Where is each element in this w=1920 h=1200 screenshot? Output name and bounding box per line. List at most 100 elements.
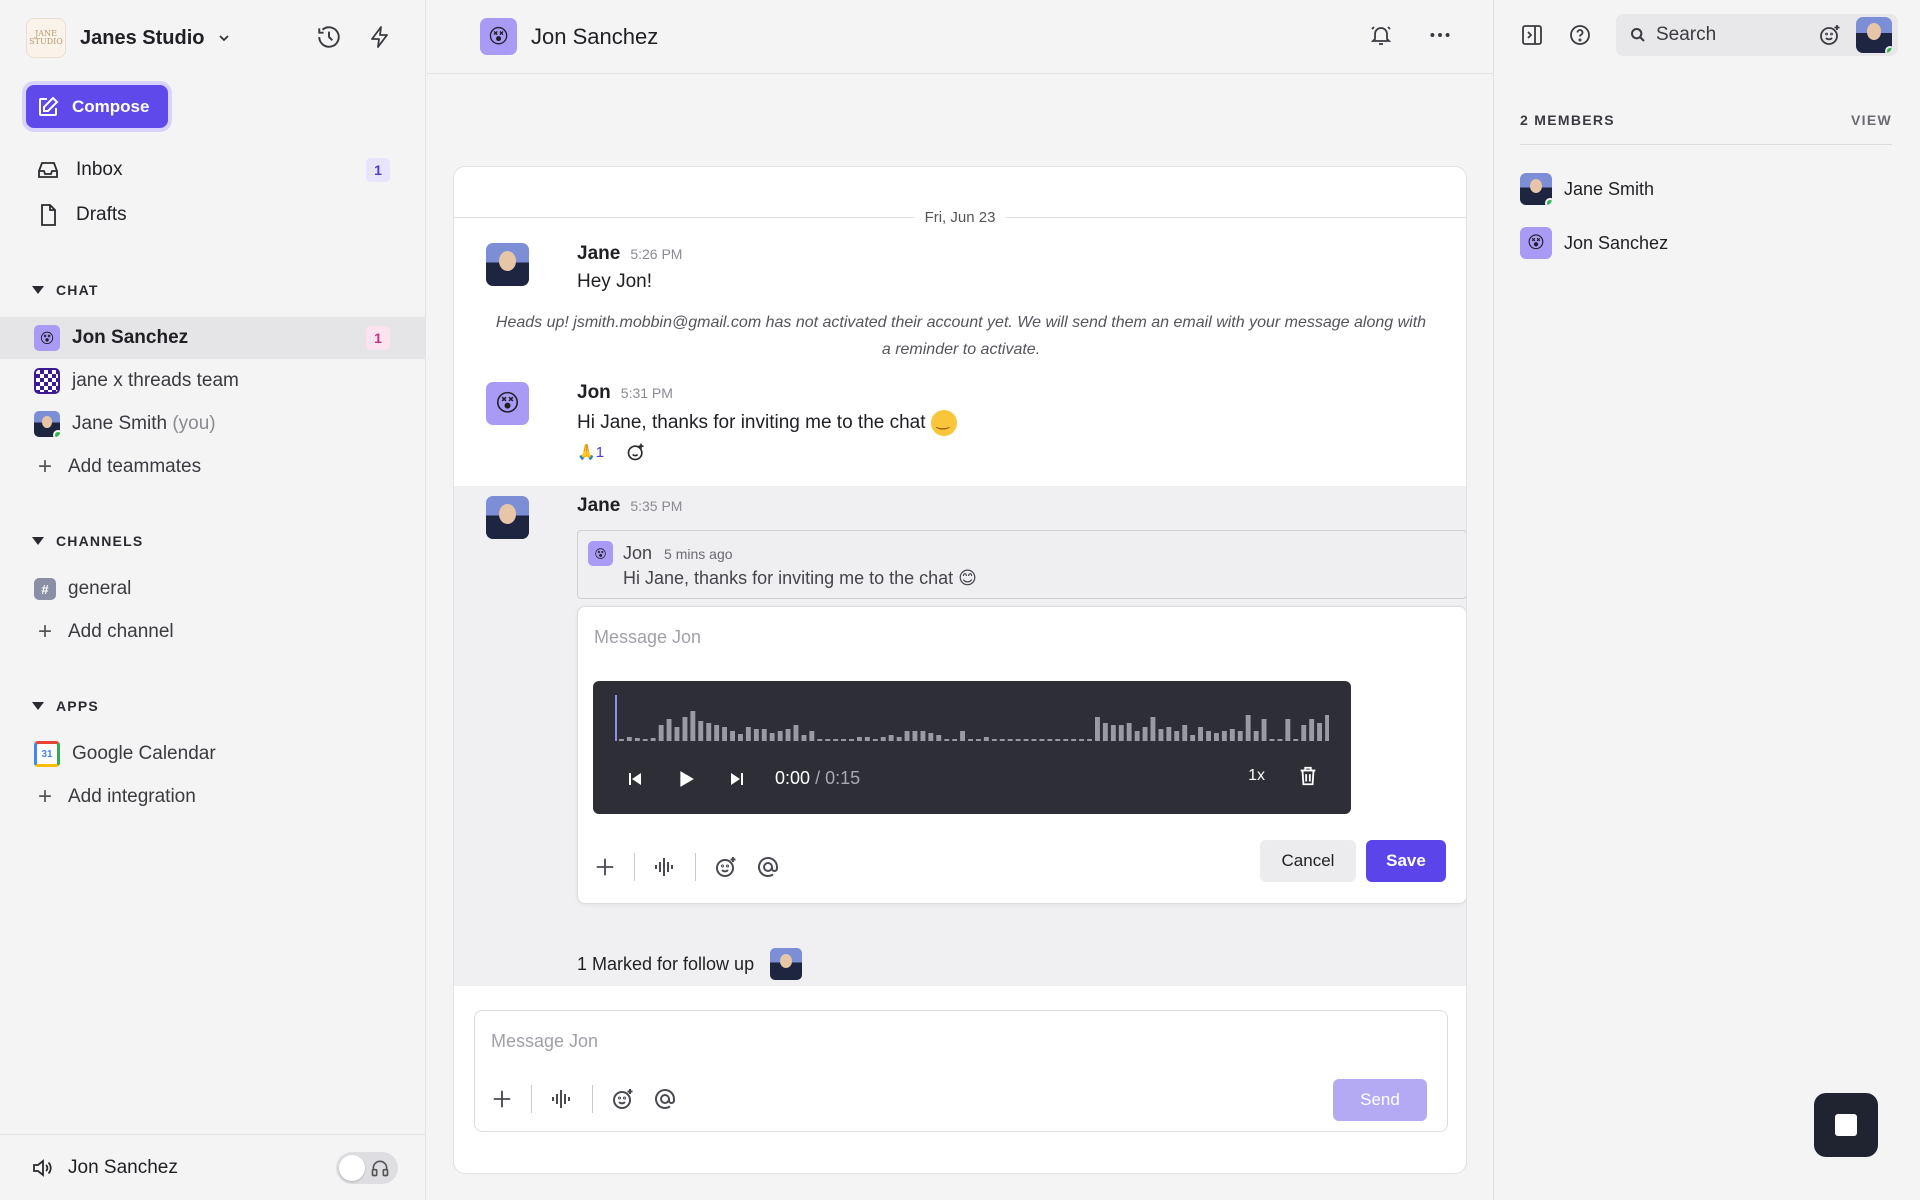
toolbar-divider (695, 853, 696, 881)
app-item-google-calendar[interactable]: 31 Google Calendar (0, 733, 426, 775)
bell-icon[interactable] (1369, 22, 1393, 48)
member-jon-sanchez[interactable]: 😵 Jon Sanchez (1520, 227, 1668, 259)
message-author[interactable]: Jane (577, 495, 620, 517)
waveform-bar (642, 739, 648, 741)
add-teammates-button[interactable]: + Add teammates (0, 446, 426, 488)
waveform-bar (674, 727, 680, 741)
message-author[interactable]: Jane (577, 243, 620, 265)
chat-item-threads-team[interactable]: jane x threads team (0, 360, 426, 402)
reaction-pill[interactable]: 🙏1 (577, 443, 604, 461)
waveform-bar (1087, 739, 1092, 741)
waveform-bar (666, 719, 672, 741)
stop-recording-button[interactable] (1814, 1093, 1878, 1157)
more-options-icon[interactable] (1427, 22, 1453, 48)
conversation-title-text: Jon Sanchez (531, 23, 659, 49)
caret-down-icon (32, 286, 44, 294)
play-icon[interactable] (677, 770, 695, 788)
audio-player: 0:00 / 0:15 1x (593, 681, 1351, 814)
waveform-bar (968, 739, 973, 741)
waveform-bar (1023, 739, 1029, 741)
send-button[interactable]: Send (1333, 1079, 1427, 1121)
jon-avatar: 😵 (588, 541, 613, 566)
online-indicator (1885, 46, 1892, 53)
toggle-panel-icon[interactable] (1520, 23, 1544, 47)
plus-icon[interactable] (491, 1088, 513, 1110)
history-icon[interactable] (316, 24, 342, 50)
inbox-count-badge: 1 (366, 158, 390, 182)
workspace-switcher[interactable]: JANE STUDIO Janes Studio (26, 18, 230, 58)
message-author[interactable]: Jon (577, 382, 611, 404)
waveform-bar (1277, 739, 1283, 741)
skip-back-icon[interactable] (627, 771, 643, 787)
playback-speed-button[interactable]: 1x (1248, 767, 1265, 785)
status-emoji-icon[interactable] (1818, 23, 1842, 47)
add-channel-button[interactable]: + Add channel (0, 611, 426, 653)
hash-icon: # (34, 578, 56, 600)
edit-message-input[interactable]: Message Jon (594, 627, 701, 648)
user-avatar[interactable] (1856, 17, 1892, 53)
waveform-bar (793, 725, 799, 741)
lightning-icon[interactable] (368, 24, 392, 50)
google-calendar-icon: 31 (34, 741, 60, 767)
search-button[interactable]: Search (1616, 14, 1804, 56)
message-input[interactable]: Message Jon (491, 1031, 598, 1052)
section-chat-toggle[interactable]: CHAT (32, 282, 99, 298)
chat-item-jon-sanchez[interactable]: 😵 Jon Sanchez 1 (0, 317, 426, 359)
toolbar-divider (634, 853, 635, 881)
sidebar-item-drafts[interactable]: Drafts (36, 203, 127, 227)
waveform-bar (1166, 727, 1172, 741)
emoji-icon[interactable] (714, 855, 738, 879)
mention-icon[interactable] (653, 1087, 677, 1111)
view-members-link[interactable]: VIEW (1851, 112, 1892, 128)
jon-avatar[interactable]: 😵 (486, 382, 529, 425)
compose-button[interactable]: Compose (26, 85, 168, 128)
plus-icon[interactable] (594, 856, 616, 878)
skip-forward-icon[interactable] (729, 771, 745, 787)
emoji-icon[interactable] (611, 1087, 635, 1111)
waveform-bar (1031, 739, 1037, 741)
waveform-bar (976, 739, 981, 741)
composer-toolbar (491, 1085, 677, 1113)
edit-message-editor[interactable]: Message Jon 0:00 / 0:15 1x Cancel Save (577, 606, 1466, 904)
section-channels-toggle[interactable]: CHANNELS (32, 533, 143, 549)
save-button[interactable]: Save (1366, 840, 1446, 882)
speaker-icon[interactable] (30, 1156, 54, 1180)
member-jane-smith[interactable]: Jane Smith (1520, 173, 1654, 205)
trash-icon[interactable] (1297, 765, 1319, 792)
chat-panel: Fri, Jun 23 Jane 5:26 PM Hey Jon! Heads … (453, 166, 1467, 1174)
sidebar: JANE STUDIO Janes Studio Compose Inbox 1… (0, 0, 426, 1200)
add-integration-button[interactable]: + Add integration (0, 776, 426, 818)
chat-item-label: Jon Sanchez (72, 327, 189, 348)
audio-current-time: 0:00 (775, 768, 811, 788)
message-meta: Jane 5:35 PM (577, 495, 682, 517)
threads-team-avatar (34, 368, 60, 394)
voice-message-icon[interactable] (550, 1087, 574, 1111)
waveform-bar (785, 729, 791, 741)
waveform-bar (896, 737, 902, 741)
add-reaction-icon[interactable] (626, 442, 646, 462)
message-composer[interactable]: Message Jon Send (474, 1010, 1448, 1132)
headphones-toggle[interactable] (336, 1152, 398, 1184)
help-icon[interactable] (1568, 23, 1592, 47)
toolbar-divider (531, 1085, 532, 1113)
voice-message-icon[interactable] (653, 855, 677, 879)
follow-up-indicator[interactable]: 1 Marked for follow up (577, 948, 803, 980)
plus-icon: + (37, 618, 52, 645)
mention-icon[interactable] (756, 855, 780, 879)
jane-avatar[interactable] (486, 243, 529, 286)
chat-item-label: Jane Smith (you) (72, 413, 216, 434)
members-heading: 2 MEMBERS (1520, 112, 1615, 128)
section-apps-toggle[interactable]: APPS (32, 698, 99, 714)
waveform-bar (1214, 733, 1219, 741)
cancel-button[interactable]: Cancel (1260, 840, 1356, 882)
chat-item-jane-smith[interactable]: Jane Smith (you) (0, 403, 426, 445)
channel-item-general[interactable]: # general (0, 568, 426, 610)
audio-waveform[interactable] (615, 695, 1329, 741)
sidebar-item-inbox[interactable]: Inbox 1 (36, 158, 390, 182)
waveform-bar (888, 735, 894, 741)
quoted-message[interactable]: 😵 Jon 5 mins ago Hi Jane, thanks for inv… (577, 530, 1466, 599)
waveform-bar (944, 739, 950, 741)
inbox-label: Inbox (76, 159, 123, 180)
jane-avatar[interactable] (486, 496, 529, 539)
waveform-bar (1126, 723, 1132, 741)
